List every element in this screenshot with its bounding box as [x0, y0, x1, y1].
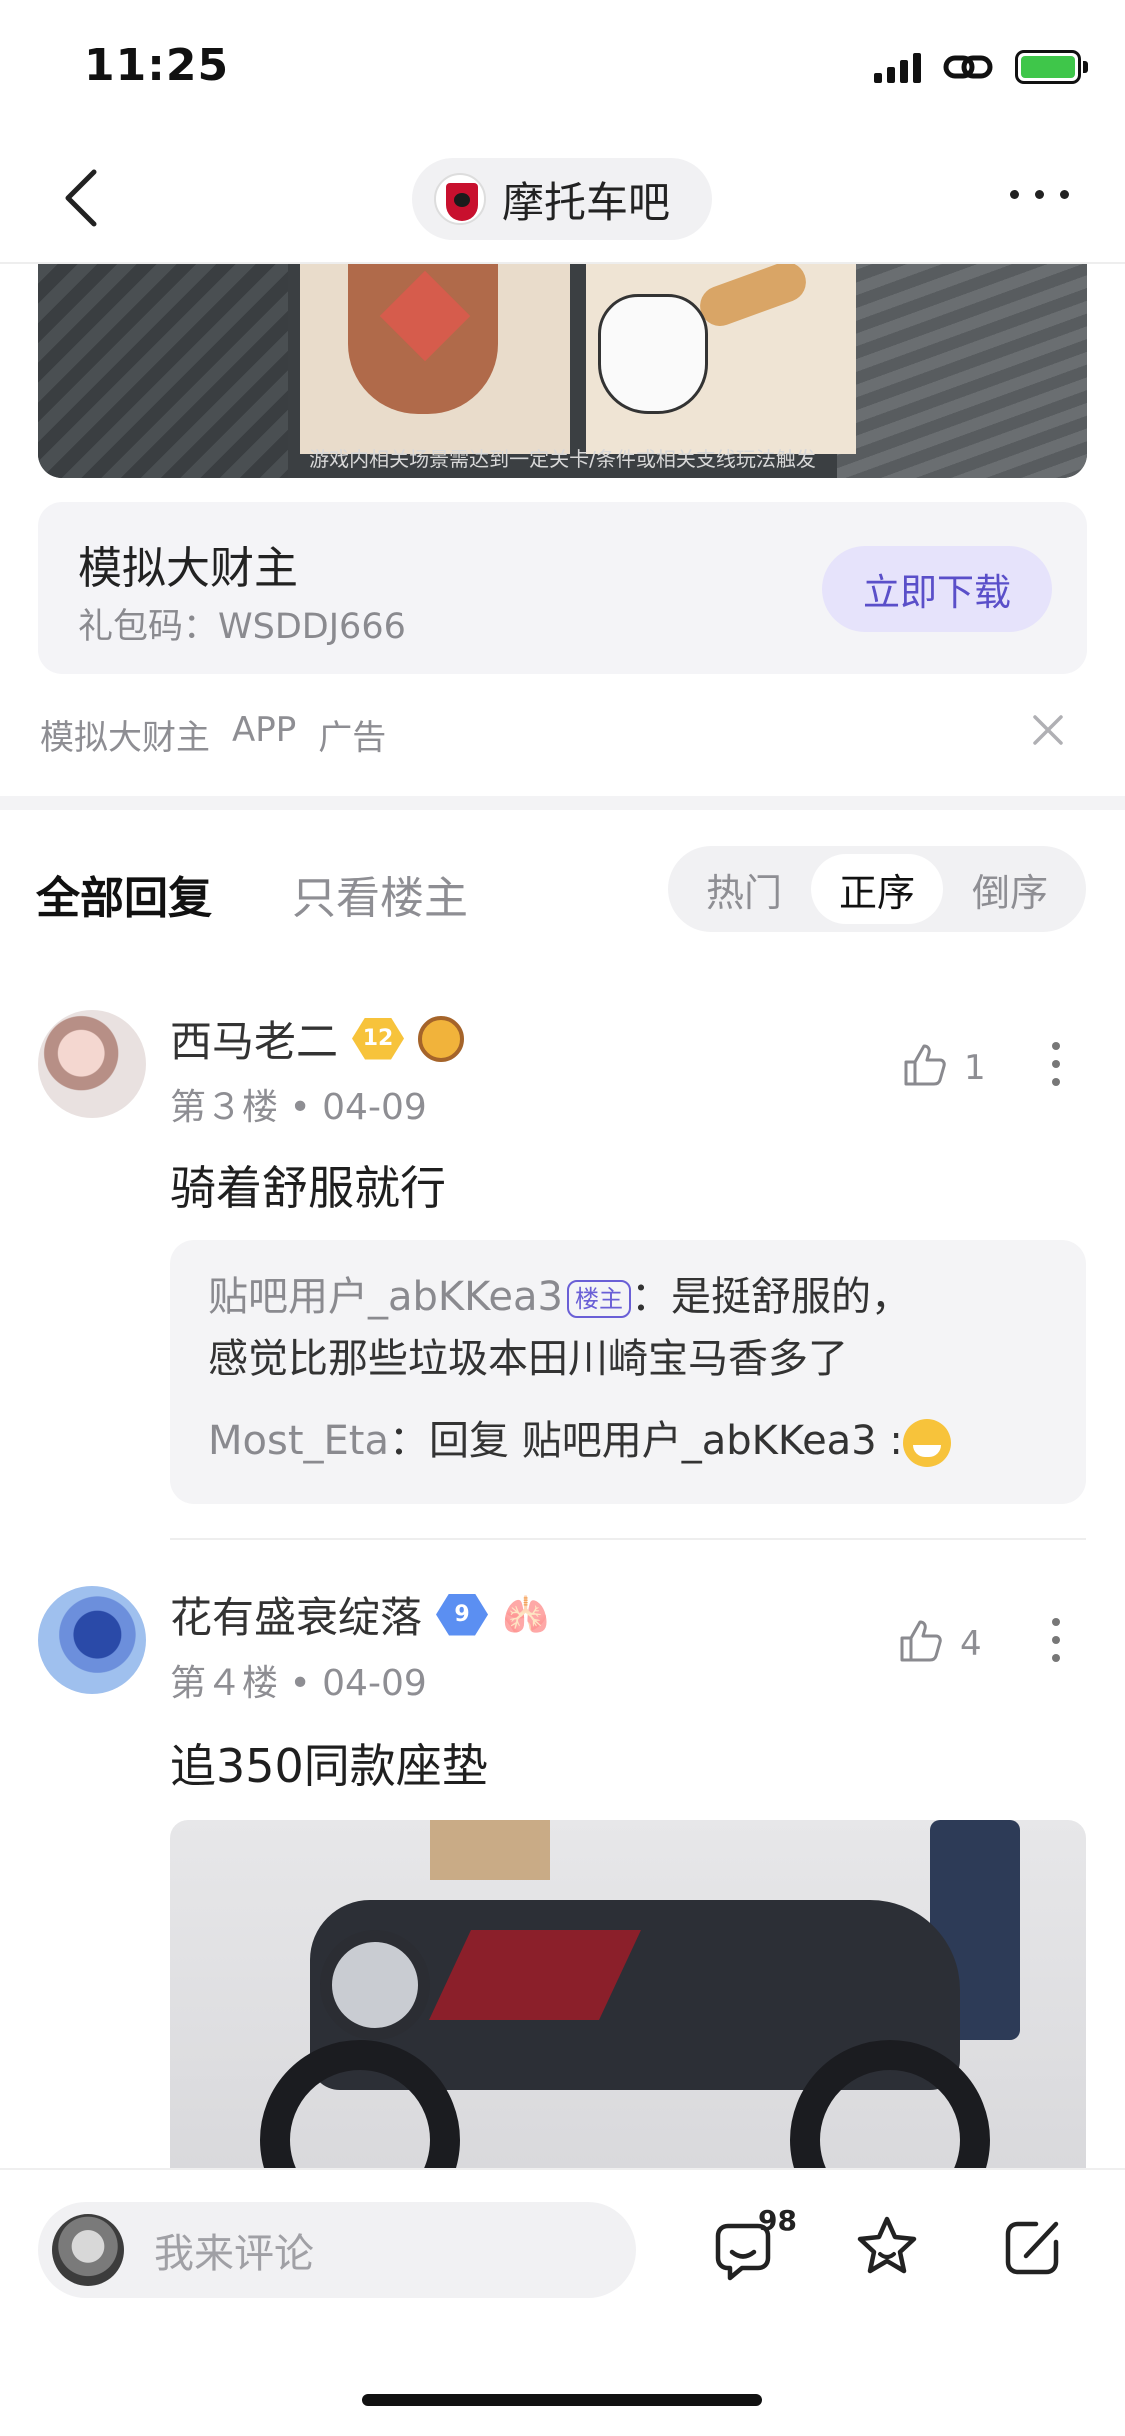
section-gap — [0, 796, 1125, 810]
avatar[interactable] — [38, 1586, 146, 1694]
status-icons — [874, 50, 1088, 84]
ad-banner-image[interactable]: 游戏内相关场景需达到一定关卡/条件或相关支线玩法触发 — [38, 264, 1087, 478]
floor-number: 第４楼 — [170, 1663, 279, 1704]
ad-gift-code: 礼包码：WSDDJ666 — [78, 607, 406, 647]
signal-icon — [874, 51, 921, 83]
forum-chip[interactable]: 摩托车吧 — [412, 158, 712, 240]
reply-box[interactable]: 贴吧用户_abKKea3 楼主 ：是挺舒服的， 感觉比那些垃圾本田川崎宝马香多了 M… — [170, 1240, 1086, 1504]
like-count: 1 — [964, 1048, 986, 1088]
ad-meta-label: 广告 — [318, 718, 387, 758]
comment-input-placeholder: 我来评论 — [154, 2231, 314, 2277]
separator-dot: • — [289, 1663, 323, 1704]
owner-tag: 楼主 — [566, 1280, 631, 1318]
lungs-icon: 🫁 — [502, 1592, 550, 1637]
comment-header: 花有盛衰绽落 9 🫁 — [170, 1584, 550, 1645]
comment-input[interactable]: 我来评论 — [38, 2202, 636, 2298]
reply-item: Most_Eta：回复 贴吧用户_abKKea3 : — [208, 1410, 951, 1472]
username[interactable]: 花有盛衰绽落 — [170, 1584, 422, 1645]
sort-ascending[interactable]: 正序 — [811, 854, 943, 924]
tab-op-only[interactable]: 只看楼主 — [292, 862, 468, 926]
comment-more-icon[interactable] — [1052, 1042, 1062, 1086]
sort-toggle: 热门 正序 倒序 — [668, 846, 1086, 932]
reply-item: 贴吧用户_abKKea3 楼主 ：是挺舒服的， — [208, 1266, 911, 1328]
comment-divider — [170, 1538, 1086, 1540]
comment-count: 98 — [758, 2204, 797, 2237]
tab-all-replies[interactable]: 全部回复 — [36, 862, 212, 926]
forum-logo-icon — [434, 173, 486, 225]
back-arrow-icon[interactable] — [62, 168, 102, 228]
like-count: 4 — [960, 1624, 982, 1664]
post-date: 04-09 — [322, 1663, 427, 1704]
link-icon — [943, 55, 993, 79]
ad-meta-app-name: 模拟大财主 — [40, 718, 210, 758]
sort-descending[interactable]: 倒序 — [944, 854, 1076, 924]
reply-text: ：回复 贴吧用户_abKKea3 : — [388, 1418, 903, 1464]
floor-number: 第３楼 — [170, 1087, 279, 1128]
separator-dot: • — [289, 1087, 323, 1128]
battery-icon — [1015, 50, 1088, 84]
status-time: 11:25 — [84, 40, 230, 91]
reply-username[interactable]: Most_Eta — [208, 1418, 389, 1464]
grin-sweat-emoji-icon — [902, 1419, 951, 1467]
avatar[interactable] — [38, 1010, 146, 1118]
comment-text: 骑着舒服就行 — [170, 1161, 446, 1215]
ad-image-caption: 游戏内相关场景需达到一定关卡/条件或相关支线玩法触发 — [309, 447, 816, 471]
share-icon[interactable] — [998, 2212, 1068, 2282]
ad-meta: 模拟大财主 APP 广告 — [40, 710, 386, 759]
reply-text: ：是挺舒服的， — [630, 1274, 911, 1320]
floor-info: 第４楼 • 04-09 — [170, 1654, 427, 1706]
medal-icon — [418, 1015, 465, 1062]
thumbs-up-icon[interactable] — [900, 1040, 950, 1090]
more-options-icon[interactable] — [1010, 190, 1069, 199]
level-badge-icon: 12 — [352, 1017, 405, 1060]
reply-text-continued: 感觉比那些垃圾本田川崎宝马香多了 — [208, 1336, 848, 1382]
reply-username[interactable]: 贴吧用户_abKKea3 — [208, 1274, 563, 1320]
forum-name: 摩托车吧 — [502, 177, 671, 227]
username[interactable]: 西马老二 — [170, 1008, 338, 1069]
ad-meta-type: APP — [232, 710, 297, 750]
star-icon[interactable] — [852, 2212, 922, 2282]
thumbs-up-icon[interactable] — [896, 1616, 946, 1666]
comment-text: 追350同款座垫 — [170, 1739, 488, 1793]
sort-hot[interactable]: 热门 — [678, 854, 810, 924]
my-avatar — [52, 2214, 124, 2286]
comment-header: 西马老二 12 — [170, 1008, 465, 1069]
download-button[interactable]: 立即下载 — [822, 546, 1052, 632]
post-date: 04-09 — [322, 1087, 427, 1128]
post-image[interactable] — [170, 1820, 1086, 2168]
ad-app-title: 模拟大财主 — [78, 543, 298, 594]
floor-info: 第３楼 • 04-09 — [170, 1078, 427, 1130]
comment-more-icon[interactable] — [1052, 1618, 1062, 1662]
close-icon[interactable] — [1030, 712, 1066, 748]
level-badge-icon: 9 — [436, 1593, 489, 1636]
home-indicator — [362, 2394, 762, 2406]
